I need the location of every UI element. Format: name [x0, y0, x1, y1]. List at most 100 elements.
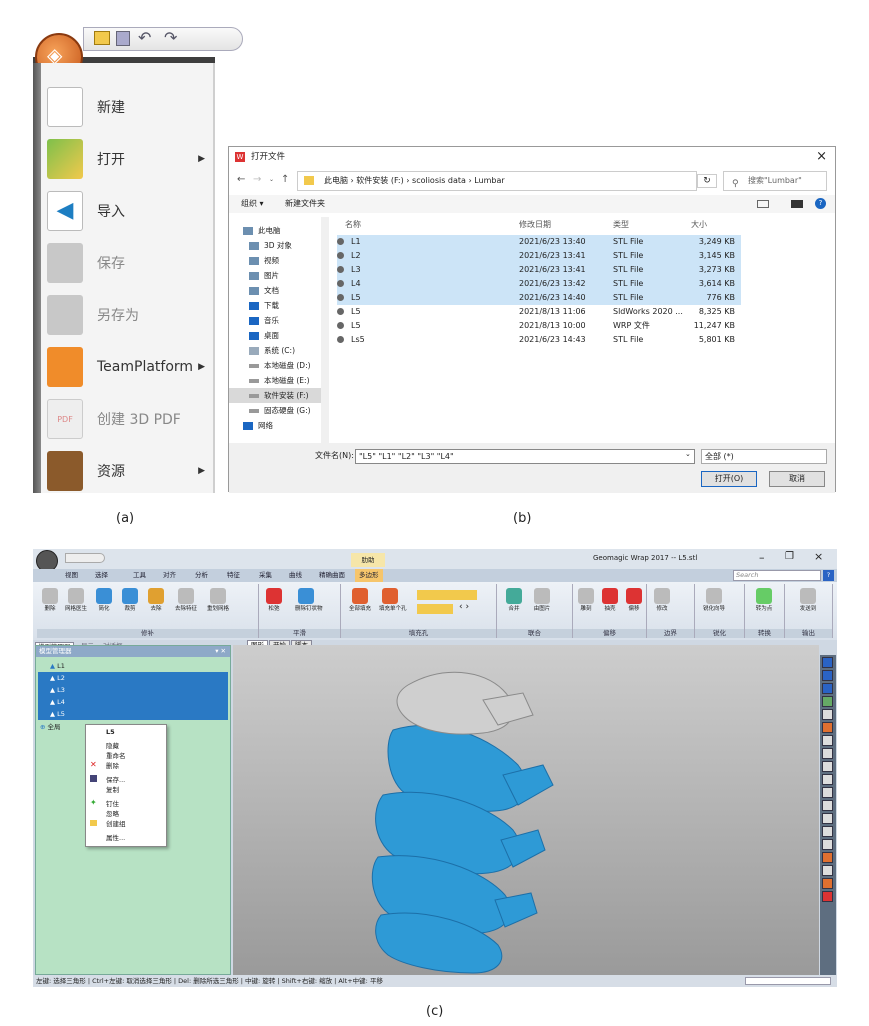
refresh-icon[interactable]: ↻	[697, 174, 717, 188]
forward-arrow-icon[interactable]: →	[253, 174, 261, 185]
merge-button[interactable]: 合并	[503, 588, 525, 618]
model-item-l4[interactable]: ▲ L4	[38, 696, 228, 708]
global-node[interactable]: ⊕ 全局	[40, 722, 61, 732]
help-icon[interactable]: ?	[815, 198, 826, 209]
menu-item-teamplatform[interactable]: TeamPlatform ▶	[47, 341, 213, 393]
remesh-button[interactable]: 重划网格	[207, 588, 229, 618]
tab-select[interactable]: 选择	[95, 569, 108, 582]
up-arrow-icon[interactable]: ↑	[281, 174, 289, 185]
view-tool-icon[interactable]	[822, 891, 833, 902]
file-row[interactable]: L5 2021/8/13 11:06 SldWorks 2020 ... 8,325 …	[337, 305, 741, 319]
column-header-date[interactable]: 修改日期	[519, 217, 551, 233]
view-tool-icon[interactable]	[822, 696, 833, 707]
menu-item-new[interactable]: 新建	[47, 81, 213, 133]
relax-button[interactable]: 松弛	[263, 588, 285, 618]
3d-viewport[interactable]	[233, 645, 819, 975]
file-row[interactable]: Ls5 2021/6/23 14:43 STL File 5,801 KB	[337, 333, 741, 347]
address-bar[interactable]: 此电脑 › 软件安装 (F:) › scoliosis data › Lumba…	[297, 171, 697, 191]
view-tool-icon[interactable]	[822, 761, 833, 772]
view-tool-icon[interactable]	[822, 813, 833, 824]
redo-icon[interactable]: ↷	[164, 28, 177, 47]
menu-item-save-as[interactable]: 另存为	[47, 289, 213, 341]
restore-button[interactable]: ❐	[785, 551, 794, 562]
nav-item-desktop[interactable]: 桌面	[249, 328, 279, 343]
tab-tools[interactable]: 工具	[133, 569, 146, 582]
view-tool-icon[interactable]	[822, 852, 833, 863]
fill-single-button[interactable]: 填充单个孔	[379, 588, 407, 618]
prev-next-icon[interactable]: ‹ ›	[459, 602, 469, 612]
view-tool-icon[interactable]	[822, 657, 833, 668]
new-folder-button[interactable]: 新建文件夹	[285, 195, 325, 213]
back-arrow-icon[interactable]: ←	[237, 174, 245, 185]
context-item-rename[interactable]: 重命名	[106, 751, 126, 761]
close-button[interactable]: ×	[814, 550, 823, 563]
context-item-create-group[interactable]: 创建组	[106, 819, 126, 829]
simplify-button[interactable]: 简化	[93, 588, 115, 618]
file-row[interactable]: L5 2021/8/13 10:00 WRP 文件 11,247 KB	[337, 319, 741, 333]
menu-item-open[interactable]: 打开 ▶	[47, 133, 213, 185]
nav-item-pictures[interactable]: 图片	[249, 268, 279, 283]
shell-button[interactable]: 抽壳	[599, 588, 621, 618]
nav-item-documents[interactable]: 文档	[249, 283, 279, 298]
fill-all-button[interactable]: 全部填充	[349, 588, 371, 618]
sharpen-wizard-button[interactable]: 锐化向导	[703, 588, 725, 618]
save-icon[interactable]	[116, 31, 130, 46]
to-points-button[interactable]: 转为点	[753, 588, 775, 618]
view-tool-icon[interactable]	[822, 709, 833, 720]
file-row[interactable]: L5 2021/6/23 14:40 STL File 776 KB	[337, 291, 741, 305]
column-header-size[interactable]: 大小	[691, 217, 707, 233]
nav-item-drive-g[interactable]: 固态硬盘 (G:)	[249, 403, 311, 418]
context-item-save[interactable]: 保存...	[106, 775, 125, 785]
nav-item-3d-objects[interactable]: 3D 对象	[249, 238, 292, 253]
nav-item-downloads[interactable]: 下载	[249, 298, 279, 313]
menu-item-import[interactable]: ◀ 导入	[47, 185, 213, 237]
offset-button[interactable]: 偏移	[623, 588, 645, 618]
nav-item-drive-c[interactable]: 系统 (C:)	[249, 343, 295, 358]
modify-button[interactable]: 修改	[651, 588, 673, 618]
view-tool-icon[interactable]	[822, 683, 833, 694]
pin-close-icon[interactable]: ▾ ✕	[215, 646, 226, 657]
view-tool-icon[interactable]	[822, 800, 833, 811]
send-to-button[interactable]: 发送到	[797, 588, 819, 618]
context-item-copy[interactable]: 复制	[106, 785, 119, 795]
view-tool-icon[interactable]	[822, 748, 833, 759]
nav-item-music[interactable]: 音乐	[249, 313, 279, 328]
delete-button[interactable]: 删除	[39, 588, 61, 618]
context-item-properties[interactable]: 属性...	[106, 833, 125, 843]
remove-features-button[interactable]: 去除特征	[175, 588, 197, 618]
nav-item-network[interactable]: 网络	[243, 418, 273, 433]
model-item-l5[interactable]: ▲ L5	[38, 708, 228, 720]
context-item-ignore[interactable]: 忽略	[106, 809, 119, 819]
cancel-button[interactable]: 取消	[769, 471, 825, 487]
tab-curves[interactable]: 曲线	[289, 569, 302, 582]
tab-view[interactable]: 视图	[65, 569, 78, 582]
remove-spikes-button[interactable]: 删除钉状物	[295, 588, 323, 618]
filetype-select[interactable]: 全部 (*)	[701, 449, 827, 464]
column-header-name[interactable]: 名称	[345, 217, 361, 233]
file-row[interactable]: L3 2021/6/23 13:41 STL File 3,273 KB	[337, 263, 741, 277]
nav-scrollbar[interactable]	[321, 217, 329, 443]
tab-polygons[interactable]: 多边形	[355, 569, 383, 582]
tab-capture[interactable]: 采集	[259, 569, 272, 582]
minimize-button[interactable]: –	[759, 551, 765, 564]
trim-button[interactable]: 裁剪	[119, 588, 141, 618]
file-row[interactable]: L2 2021/6/23 13:41 STL File 3,145 KB	[337, 249, 741, 263]
model-item-l1[interactable]: ▲ L1	[50, 660, 65, 672]
remove-button[interactable]: 去除	[145, 588, 167, 618]
undo-icon[interactable]: ↶	[138, 28, 151, 47]
nav-item-videos[interactable]: 视频	[249, 253, 279, 268]
tab-exact-surfaces[interactable]: 精确曲面	[319, 569, 345, 582]
file-row[interactable]: L1 2021/6/23 13:40 STL File 3,249 KB	[337, 235, 741, 249]
view-tool-icon[interactable]	[822, 722, 833, 733]
nav-item-drive-d[interactable]: 本地磁盘 (D:)	[249, 358, 311, 373]
model-item-l3[interactable]: ▲ L3	[38, 684, 228, 696]
menu-item-create-3d-pdf[interactable]: PDF 创建 3D PDF	[47, 393, 213, 445]
preview-pane-icon[interactable]	[791, 200, 803, 208]
view-tool-icon[interactable]	[822, 787, 833, 798]
sculpt-button[interactable]: 雕刻	[575, 588, 597, 618]
bridge-icon[interactable]	[417, 604, 453, 614]
model-item-l2[interactable]: ▲ L2	[38, 672, 228, 684]
file-row[interactable]: L4 2021/6/23 13:42 STL File 3,614 KB	[337, 277, 741, 291]
help-icon[interactable]: ?	[823, 570, 834, 581]
quick-access-toolbar[interactable]	[65, 553, 105, 563]
